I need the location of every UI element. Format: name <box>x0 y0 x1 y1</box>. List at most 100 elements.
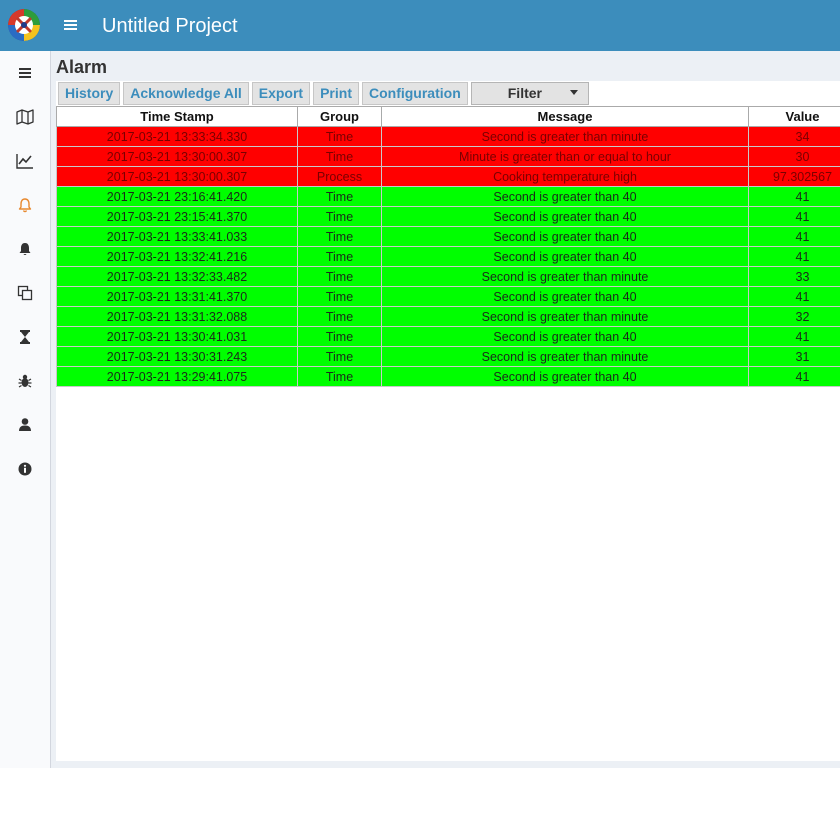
configuration-button[interactable]: Configuration <box>361 82 468 105</box>
sidebar-item-menu[interactable] <box>0 51 50 95</box>
panel-header: Alarm <box>56 53 840 81</box>
cell-group: Time <box>297 146 382 167</box>
alarm-row[interactable]: 2017-03-21 13:31:41.370 Time Second is gre… <box>56 286 840 307</box>
column-header-group[interactable]: Group <box>297 106 382 127</box>
column-header-value[interactable]: Value <box>748 106 840 127</box>
cell-time: 2017-03-21 13:31:32.088 <box>56 306 298 327</box>
column-header-time[interactable]: Time Stamp <box>56 106 298 127</box>
sidebar-item-map[interactable] <box>0 95 50 139</box>
cell-group: Time <box>297 346 382 367</box>
cell-time: 2017-03-21 23:16:41.420 <box>56 186 298 207</box>
map-icon <box>16 109 34 125</box>
cell-time: 2017-03-21 13:29:41.075 <box>56 366 298 387</box>
alarm-panel: Alarm History Acknowledge All Export Pri… <box>56 53 840 761</box>
bug-icon <box>18 374 32 388</box>
cell-message: Second is greater than 40 <box>381 186 749 207</box>
sidebar-item-copy[interactable] <box>0 271 50 315</box>
alarm-row[interactable]: 2017-03-21 13:31:32.088 Time Second is gre… <box>56 306 840 327</box>
column-header-message[interactable]: Message <box>381 106 749 127</box>
cell-group: Time <box>297 186 382 207</box>
caret-down-icon <box>569 90 578 95</box>
cell-time: 2017-03-21 13:33:41.033 <box>56 226 298 247</box>
cell-time: 2017-03-21 13:33:34.330 <box>56 126 298 147</box>
cell-group: Process <box>297 166 382 187</box>
cell-time: 2017-03-21 13:31:41.370 <box>56 286 298 307</box>
sidebar-item-chart[interactable] <box>0 139 50 183</box>
cell-group: Time <box>297 286 382 307</box>
user-icon <box>19 418 31 431</box>
cell-value: 31 <box>748 346 840 367</box>
alarm-row[interactable]: 2017-03-21 23:15:41.370 Time Second is gre… <box>56 206 840 227</box>
cell-value: 34 <box>748 126 840 147</box>
main-content: Alarm History Acknowledge All Export Pri… <box>51 51 840 768</box>
alarm-row[interactable]: 2017-03-21 13:33:41.033 Time Second is gre… <box>56 226 840 247</box>
cell-value: 41 <box>748 246 840 267</box>
sidebar-item-debug[interactable] <box>0 359 50 403</box>
bell-outline-icon <box>18 198 32 213</box>
cell-time: 2017-03-21 23:15:41.370 <box>56 206 298 227</box>
cell-value: 33 <box>748 266 840 287</box>
line-chart-icon <box>16 154 33 169</box>
alarm-row[interactable]: 2017-03-21 13:32:41.216 Time Second is gre… <box>56 246 840 267</box>
alarm-row[interactable]: 2017-03-21 13:30:31.243 Time Second is gre… <box>56 346 840 367</box>
sidebar <box>0 51 51 768</box>
cell-time: 2017-03-21 13:30:41.031 <box>56 326 298 347</box>
cell-group: Time <box>297 126 382 147</box>
alarm-row[interactable]: 2017-03-21 23:16:41.420 Time Second is gre… <box>56 186 840 207</box>
cell-message: Second is greater than 40 <box>381 246 749 267</box>
alarm-row[interactable]: 2017-03-21 13:30:41.031 Time Second is gre… <box>56 326 840 347</box>
cell-value: 41 <box>748 186 840 207</box>
hourglass-icon <box>20 330 30 344</box>
cell-message: Second is greater than 40 <box>381 366 749 387</box>
alarm-table-body: 2017-03-21 13:33:34.330 Time Second is gre… <box>56 126 840 387</box>
cell-value: 41 <box>748 206 840 227</box>
bell-icon <box>19 243 31 256</box>
app-title: Untitled Project <box>102 15 238 37</box>
cell-group: Time <box>297 266 382 287</box>
filter-dropdown[interactable]: Filter <box>470 82 589 105</box>
export-button[interactable]: Export <box>251 82 311 105</box>
cell-value: 32 <box>748 306 840 327</box>
print-button[interactable]: Print <box>313 82 359 105</box>
sidebar-item-notifications[interactable] <box>0 227 50 271</box>
sidebar-item-info[interactable] <box>0 447 50 491</box>
cell-message: Second is greater than 40 <box>381 226 749 247</box>
cell-message: Second is greater than 40 <box>381 206 749 227</box>
sidebar-item-alarms[interactable] <box>0 183 50 227</box>
acknowledge-all-button[interactable]: Acknowledge All <box>123 82 249 105</box>
table-header-row: Time Stamp Group Message Value <box>56 106 840 127</box>
hamburger-icon[interactable] <box>62 14 80 36</box>
sidebar-item-history[interactable] <box>0 315 50 359</box>
cell-time: 2017-03-21 13:30:00.307 <box>56 166 298 187</box>
alarm-row[interactable]: 2017-03-21 13:30:00.307 Process Cooking te… <box>56 166 840 187</box>
page-title: Alarm <box>56 57 108 77</box>
cell-message: Second is greater than minute <box>381 266 749 287</box>
cell-group: Time <box>297 246 382 267</box>
sidebar-item-user[interactable] <box>0 403 50 447</box>
cell-message: Cooking temperature high <box>381 166 749 187</box>
bars-icon <box>19 68 31 78</box>
cell-value: 41 <box>748 286 840 307</box>
cell-group: Time <box>297 306 382 327</box>
cell-time: 2017-03-21 13:30:00.307 <box>56 146 298 167</box>
alarm-row[interactable]: 2017-03-21 13:29:41.075 Time Second is gre… <box>56 366 840 387</box>
cell-value: 41 <box>748 366 840 387</box>
app-logo-icon[interactable] <box>8 9 40 41</box>
cell-group: Time <box>297 226 382 247</box>
alarm-toolbar: History Acknowledge All Export Print Con… <box>58 82 589 105</box>
alarm-row[interactable]: 2017-03-21 13:30:00.307 Time Minute is gre… <box>56 146 840 167</box>
cell-group: Time <box>297 206 382 227</box>
filter-label: Filter <box>507 85 542 101</box>
cell-value: 41 <box>748 326 840 347</box>
alarm-row[interactable]: 2017-03-21 13:33:34.330 Time Second is gre… <box>56 126 840 147</box>
cell-message: Second is greater than 40 <box>381 286 749 307</box>
cell-message: Minute is greater than or equal to hour <box>381 146 749 167</box>
cell-message: Second is greater than minute <box>381 126 749 147</box>
top-bar: Untitled Project <box>0 0 840 51</box>
history-button[interactable]: History <box>58 82 121 105</box>
copy-icon <box>17 285 33 301</box>
cell-group: Time <box>297 326 382 347</box>
cell-time: 2017-03-21 13:32:41.216 <box>56 246 298 267</box>
alarm-row[interactable]: 2017-03-21 13:32:33.482 Time Second is gre… <box>56 266 840 287</box>
cell-value: 30 <box>748 146 840 167</box>
